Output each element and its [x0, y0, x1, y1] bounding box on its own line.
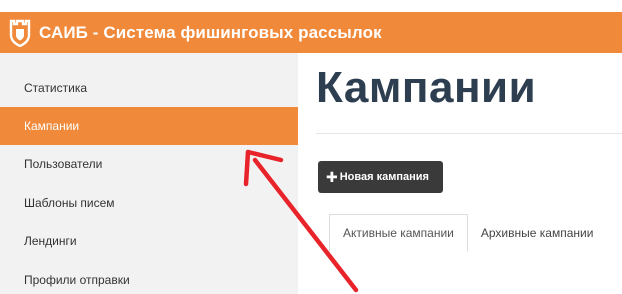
shield-icon [9, 19, 31, 47]
sidebar-item-landing-pages[interactable]: Лендинги [0, 222, 298, 260]
tab-archived-campaigns[interactable]: Архивные кампании [468, 214, 607, 252]
sidebar-item-campaigns[interactable]: Кампании [0, 107, 298, 145]
campaign-tabs: Активные кампании Архивные кампании [329, 214, 606, 252]
sidebar-item-users[interactable]: Пользователи [0, 145, 298, 183]
app-title[interactable]: САИБ - Система фишинговых рассылок [39, 23, 382, 43]
plus-icon: ✚ [326, 169, 338, 185]
tab-active-campaigns[interactable]: Активные кампании [329, 214, 468, 252]
new-campaign-button-label: Новая кампания [339, 171, 429, 183]
sidebar-item-sending-profiles[interactable]: Профили отправки [0, 261, 298, 294]
new-campaign-button[interactable]: ✚ Новая кампания [318, 161, 443, 193]
sidebar-item-email-templates[interactable]: Шаблоны писем [0, 184, 298, 222]
divider [316, 133, 622, 134]
sidebar-item-statistics[interactable]: Статистика [0, 69, 298, 107]
app-header: САИБ - Система фишинговых рассылок [0, 12, 622, 53]
sidebar: Статистика Кампании Пользователи Шаблоны… [0, 53, 298, 294]
page-title: Кампании [316, 63, 537, 112]
